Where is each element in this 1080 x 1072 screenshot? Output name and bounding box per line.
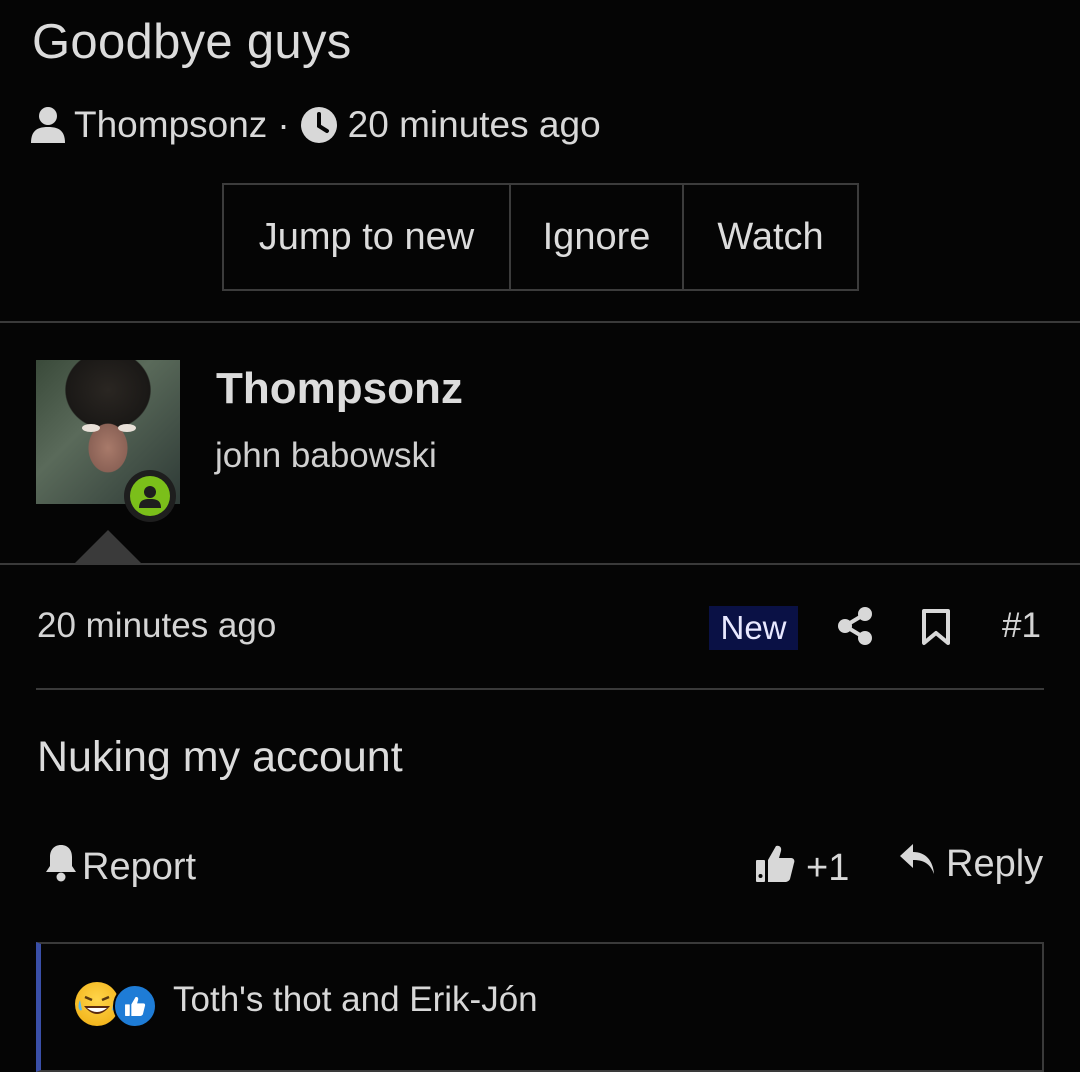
post-username[interactable]: Thompsonz	[216, 364, 463, 414]
thread-title: Goodbye guys	[32, 15, 352, 69]
post-body: Nuking my account	[37, 733, 403, 781]
divider	[0, 321, 1080, 323]
bookmark-icon[interactable]	[920, 608, 952, 651]
watch-button[interactable]: Watch	[684, 185, 857, 289]
reactions-bar[interactable]: Toth's thot and Erik-Jón	[36, 942, 1044, 1072]
bell-icon	[44, 842, 78, 892]
ignore-button[interactable]: Ignore	[511, 185, 684, 289]
new-badge: New	[709, 606, 798, 650]
post-time[interactable]: 20 minutes ago	[37, 606, 276, 646]
divider	[0, 563, 1080, 565]
reply-label: Reply	[946, 842, 1044, 885]
thread-meta: Thompsonz · 20 minutes ago	[30, 100, 601, 150]
online-status-icon	[124, 470, 176, 522]
jump-to-new-button[interactable]: Jump to new	[224, 185, 511, 289]
report-label: Report	[82, 845, 197, 888]
clock-icon	[300, 106, 338, 144]
thread-action-buttons: Jump to new Ignore Watch	[222, 183, 859, 291]
meta-separator: ·	[277, 104, 290, 145]
user-icon	[30, 106, 66, 144]
report-button[interactable]: Report	[44, 842, 196, 892]
post-avatar[interactable]	[36, 360, 180, 522]
reactions-text[interactable]: Toth's thot and Erik-Jón	[173, 980, 538, 1020]
like-emoji-icon	[113, 984, 157, 1028]
message-pointer	[74, 530, 142, 564]
like-count: +1	[806, 846, 850, 889]
thumbs-up-icon	[754, 842, 796, 894]
like-button[interactable]: +1	[754, 842, 849, 894]
thread-author-link[interactable]: Thompsonz	[74, 104, 267, 146]
reply-arrow-icon	[898, 842, 936, 886]
post-number-link[interactable]: #1	[1002, 606, 1041, 646]
divider	[36, 688, 1044, 690]
reaction-icons	[75, 982, 157, 1028]
post-user-title: john babowski	[215, 436, 437, 475]
reply-button[interactable]: Reply	[898, 842, 1043, 886]
share-icon[interactable]	[836, 606, 874, 651]
thread-time[interactable]: 20 minutes ago	[348, 104, 601, 146]
